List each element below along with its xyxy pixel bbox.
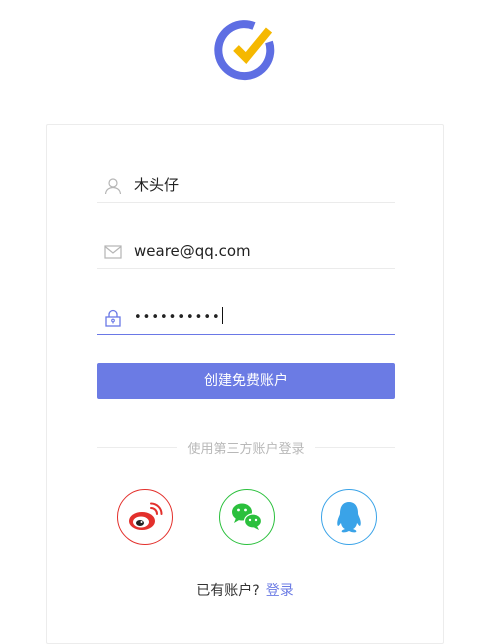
mail-icon (103, 242, 123, 262)
username-field[interactable]: 木头仔 (97, 169, 395, 203)
wechat-icon (232, 503, 263, 530)
create-account-button[interactable]: 创建免费账户 (97, 363, 395, 399)
login-prompt: 已有账户? 登录 (47, 580, 443, 600)
username-value: 木头仔 (134, 176, 180, 194)
qq-login-button[interactable] (321, 489, 377, 545)
qq-icon (337, 502, 361, 533)
divider-line-right (315, 447, 395, 448)
wechat-login-button[interactable] (219, 489, 275, 545)
third-party-divider: 使用第三方账户登录 (97, 437, 395, 457)
user-icon (103, 176, 123, 196)
lock-icon (103, 308, 123, 328)
text-caret (221, 307, 223, 324)
email-field[interactable]: weare@qq.com (97, 235, 395, 269)
register-card: 木头仔 weare@qq.com •••••••••• 创建免费账户 使用第三方… (46, 124, 444, 644)
app-logo (211, 16, 281, 86)
email-value: weare@qq.com (134, 242, 251, 260)
weibo-icon (129, 502, 163, 530)
password-value: •••••••••• (134, 307, 223, 328)
have-account-text: 已有账户? (196, 583, 260, 599)
weibo-login-button[interactable] (117, 489, 173, 545)
login-link[interactable]: 登录 (266, 583, 294, 599)
password-field[interactable]: •••••••••• (97, 301, 395, 335)
